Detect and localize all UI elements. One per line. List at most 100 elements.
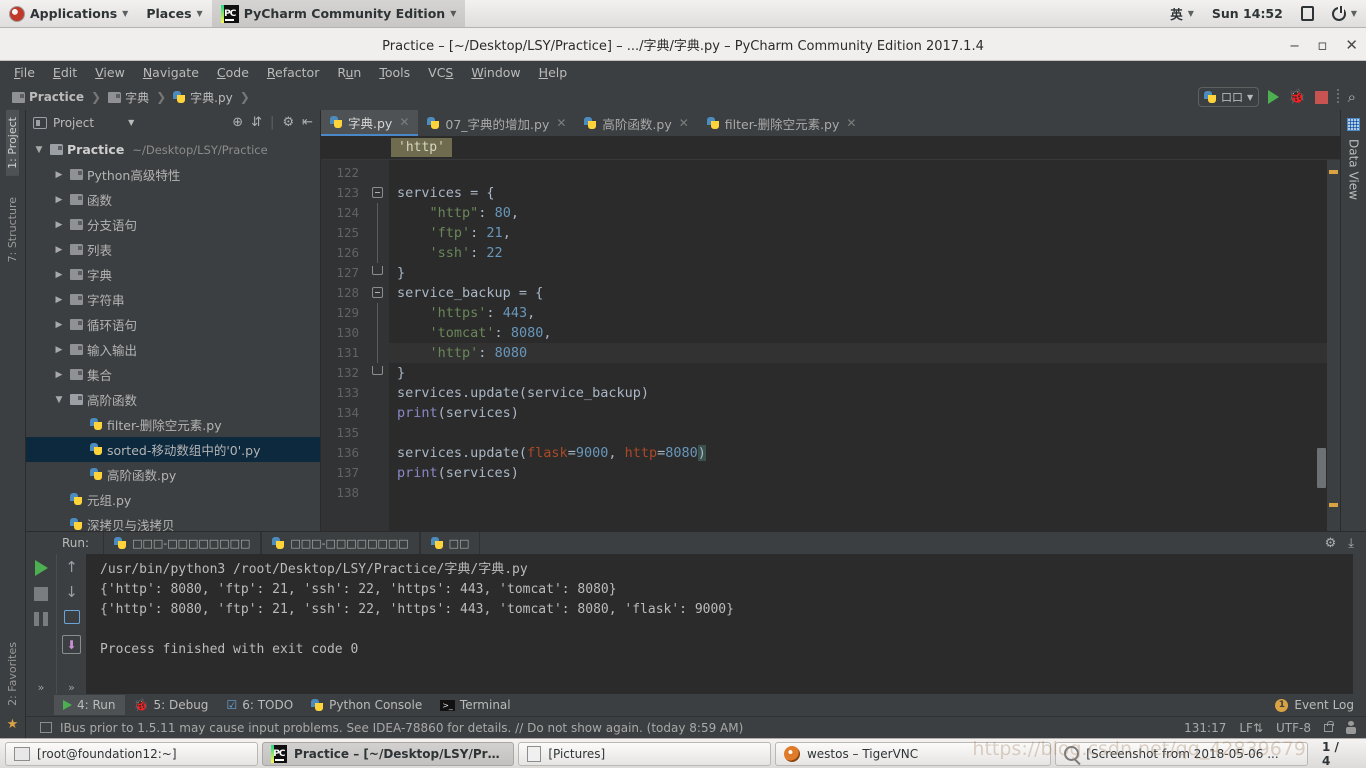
taskbar-item-pictures[interactable]: [Pictures] bbox=[518, 741, 771, 766]
breadcrumb-project[interactable]: Practice bbox=[8, 89, 88, 105]
close-icon[interactable]: ✕ bbox=[556, 116, 566, 130]
code-line[interactable]: service_backup = { bbox=[389, 283, 1327, 303]
code-line[interactable] bbox=[389, 423, 1327, 443]
bottom-tab-todo[interactable]: ☑ 6: TODO bbox=[217, 695, 302, 715]
system-menu[interactable]: ▼ bbox=[1323, 0, 1366, 27]
collapse-all-icon[interactable]: ⇵ bbox=[251, 115, 262, 130]
arrow-up-icon[interactable]: ↑ bbox=[65, 560, 78, 575]
event-log-button[interactable]: 1 Event Log bbox=[1275, 698, 1366, 712]
code-line[interactable]: 'ssh': 22 bbox=[389, 243, 1327, 263]
code-line[interactable]: } bbox=[389, 363, 1327, 383]
taskbar-item-screenshot[interactable]: [Screenshot from 2018-05-06 ... bbox=[1055, 741, 1308, 766]
tree-expand-icon[interactable]: ▶ bbox=[52, 195, 66, 205]
tree-item[interactable]: ▶ 集合 bbox=[26, 362, 320, 387]
arrow-down-icon[interactable]: ↓ bbox=[65, 585, 78, 600]
code-line[interactable]: 'http': 8080💡 bbox=[389, 343, 1327, 363]
tree-item[interactable]: ▶ 字符串 bbox=[26, 287, 320, 312]
editor-tab[interactable]: 07_字典的增加.py ✕ bbox=[418, 110, 575, 136]
places-menu[interactable]: Places ▼ bbox=[137, 0, 211, 27]
warning-stripe-mark[interactable] bbox=[1329, 503, 1338, 507]
caret-position[interactable]: 131:17 bbox=[1184, 721, 1226, 735]
expand-more-icon[interactable]: » bbox=[38, 681, 45, 694]
tree-item[interactable]: ▶ 列表 bbox=[26, 237, 320, 262]
menu-file[interactable]: File bbox=[6, 63, 43, 82]
applications-menu[interactable]: Applications ▼ bbox=[0, 0, 137, 27]
code-line[interactable]: services.update(flask=9000, http=8080) bbox=[389, 443, 1327, 463]
tree-expand-icon[interactable]: ▶ bbox=[52, 245, 66, 255]
close-icon[interactable]: ✕ bbox=[846, 116, 856, 130]
tree-item[interactable]: ▼ 高阶函数 bbox=[26, 387, 320, 412]
close-icon[interactable]: ✕ bbox=[679, 116, 689, 130]
code-line[interactable]: "http": 80, bbox=[389, 203, 1327, 223]
tree-expand-icon[interactable]: ▶ bbox=[52, 345, 66, 355]
debug-button[interactable]: 🐞 bbox=[1288, 89, 1305, 105]
code-line[interactable]: 'https': 443, bbox=[389, 303, 1327, 323]
menu-vcs[interactable]: VCS bbox=[420, 63, 461, 82]
close-button[interactable]: ✕ bbox=[1345, 36, 1358, 54]
tree-item[interactable]: filter-删除空元素.py bbox=[26, 412, 320, 437]
tree-item[interactable]: 元组.py bbox=[26, 487, 320, 512]
editor-tab[interactable]: 字典.py ✕ bbox=[321, 110, 419, 136]
tree-item[interactable]: ▶ Python高级特性 bbox=[26, 162, 320, 187]
rerun-icon[interactable] bbox=[34, 560, 48, 576]
code-line[interactable]: services.update(service_backup) bbox=[389, 383, 1327, 403]
clock[interactable]: Sun 14:52 bbox=[1203, 0, 1292, 27]
code-line[interactable]: print(services) bbox=[389, 463, 1327, 483]
sidebar-item-structure[interactable]: 7: Structure bbox=[6, 190, 19, 269]
run-button[interactable] bbox=[1268, 90, 1280, 104]
sidebar-item-favorites[interactable]: 2: Favorites bbox=[6, 635, 19, 713]
tree-item[interactable]: ▶ 分支语句 bbox=[26, 212, 320, 237]
tree-expand-icon[interactable]: ▶ bbox=[52, 270, 66, 280]
menu-view[interactable]: View bbox=[87, 63, 133, 82]
file-encoding[interactable]: UTF-8 bbox=[1276, 721, 1311, 735]
tree-collapse-icon[interactable]: ▼ bbox=[32, 145, 46, 155]
tree-expand-icon[interactable]: ▶ bbox=[52, 295, 66, 305]
tree-expand-icon[interactable]: ▶ bbox=[52, 170, 66, 180]
lock-icon[interactable] bbox=[1324, 720, 1334, 732]
sidebar-item-project[interactable]: 1: Project bbox=[6, 110, 19, 176]
taskbar-item-vnc[interactable]: westos – TigerVNC bbox=[774, 741, 1052, 766]
fold-region-end-icon[interactable] bbox=[372, 266, 383, 275]
fold-region-end-icon[interactable] bbox=[372, 366, 383, 375]
editor-tab[interactable]: 高阶函数.py ✕ bbox=[575, 110, 697, 136]
sidebar-item-data-view[interactable]: Data View bbox=[1347, 136, 1361, 203]
stop-icon[interactable] bbox=[34, 587, 48, 601]
tree-item[interactable]: 深拷贝与浅拷贝 bbox=[26, 512, 320, 531]
code-editor[interactable]: 122 123 124 125 126 127 128 129 130 131 132 133 134 1… bbox=[321, 160, 1340, 531]
chevron-down-icon[interactable]: ▼ bbox=[128, 118, 134, 127]
expand-more-icon[interactable]: » bbox=[68, 681, 75, 694]
gear-icon[interactable]: ⚙ bbox=[282, 115, 294, 130]
editor-vertical-scrollbar[interactable] bbox=[1317, 448, 1326, 488]
taskbar-item-pycharm[interactable]: PC Practice – [~/Desktop/LSY/Practi... bbox=[261, 741, 515, 766]
active-application-menu[interactable]: PC PyCharm Community Edition ▼ bbox=[211, 0, 466, 27]
bottom-tab-terminal[interactable]: >_ Terminal bbox=[431, 695, 519, 715]
minimize-button[interactable]: ‒ bbox=[1290, 36, 1300, 54]
code-line[interactable]: print(services) bbox=[389, 403, 1327, 423]
tree-item[interactable]: ▶ 输入输出 bbox=[26, 337, 320, 362]
menu-run[interactable]: Run bbox=[329, 63, 369, 82]
breadcrumb-folder[interactable]: 字典 bbox=[104, 88, 153, 107]
close-icon[interactable]: ✕ bbox=[399, 115, 409, 129]
pause-icon[interactable] bbox=[34, 612, 48, 626]
soft-wrap-icon[interactable] bbox=[63, 610, 80, 624]
run-configuration-selector[interactable]: 口口 ▼ bbox=[1198, 87, 1260, 107]
error-stripe-scrollbar[interactable] bbox=[1327, 160, 1340, 531]
project-file-tree[interactable]: ▼ Practice ~/Desktop/LSY/Practice ▶ Python高级… bbox=[26, 135, 320, 531]
workspace-page-count[interactable]: 1 / 4 bbox=[1312, 740, 1361, 768]
tree-item[interactable]: ▼ Practice ~/Desktop/LSY/Practice bbox=[26, 137, 320, 162]
power-save-icon[interactable] bbox=[1346, 721, 1356, 734]
menu-window[interactable]: Window bbox=[463, 63, 528, 82]
tree-item[interactable]: ▶ 循环语句 bbox=[26, 312, 320, 337]
tree-expand-icon[interactable]: ▶ bbox=[52, 220, 66, 230]
taskbar-item-terminal[interactable]: [root@foundation12:~] bbox=[5, 741, 258, 766]
fold-collapse-icon[interactable] bbox=[372, 287, 383, 298]
notifications-button[interactable] bbox=[1292, 0, 1323, 27]
code-line[interactable] bbox=[389, 163, 1327, 183]
tree-item[interactable]: 高阶函数.py bbox=[26, 462, 320, 487]
warning-stripe-mark[interactable] bbox=[1329, 170, 1338, 174]
tree-item[interactable]: ▶ 函数 bbox=[26, 187, 320, 212]
code-folding-gutter[interactable] bbox=[367, 160, 389, 531]
menu-tools[interactable]: Tools bbox=[371, 63, 418, 82]
locate-icon[interactable]: ⊕ bbox=[232, 115, 243, 130]
menu-help[interactable]: Help bbox=[531, 63, 576, 82]
